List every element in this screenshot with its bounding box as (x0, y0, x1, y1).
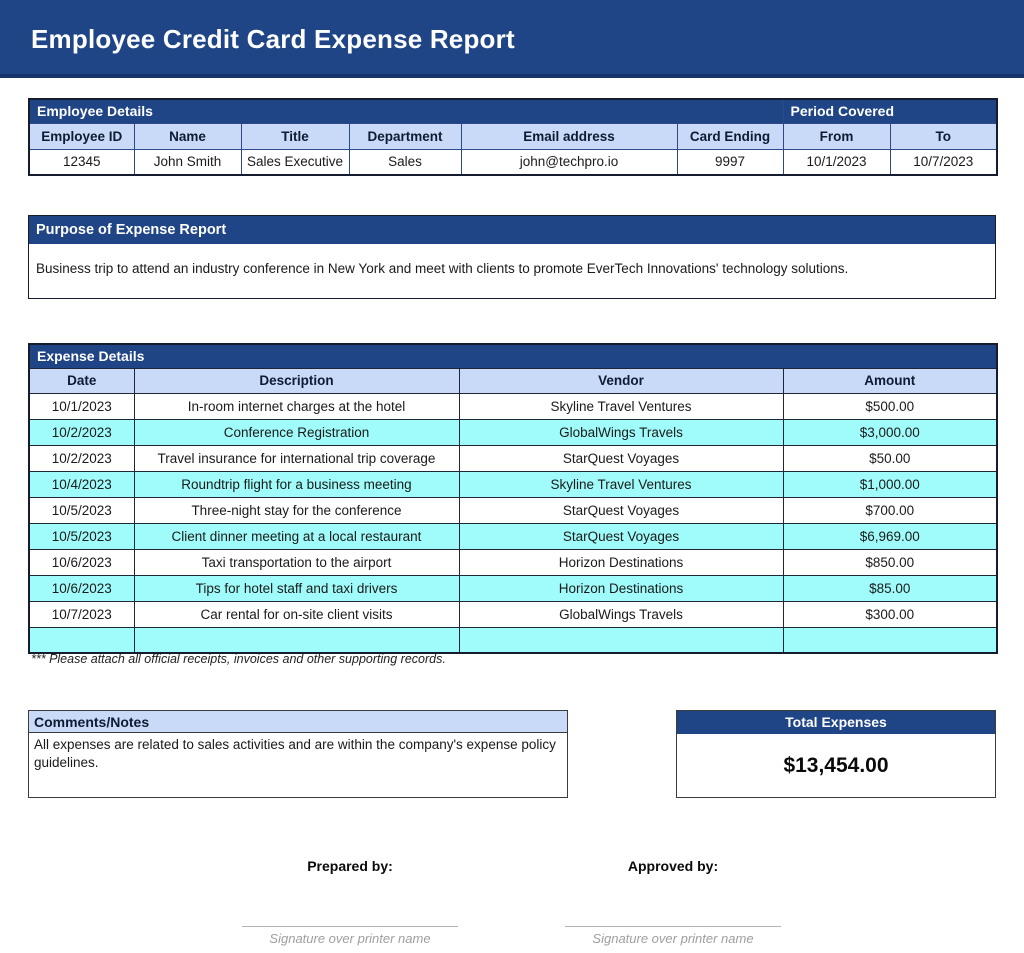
expense-vendor-cell: StarQuest Voyages (458, 444, 784, 472)
employee-details-section-header: Employee Details (28, 98, 784, 124)
expense-date-cell: 10/7/2023 (28, 600, 135, 628)
expense-description-cell: Three-night stay for the conference (133, 496, 460, 524)
title-value: Sales Executive (240, 148, 350, 176)
comments-section-header: Comments/Notes (29, 711, 567, 733)
expense-description-cell: Travel insurance for international trip … (133, 444, 460, 472)
expense-row: 10/2/2023 Travel insurance for internati… (28, 444, 998, 472)
receipts-note: *** Please attach all official receipts,… (31, 652, 446, 666)
description-header: Description (133, 367, 460, 394)
expense-amount-cell: $85.00 (782, 574, 998, 602)
email-value: john@techpro.io (460, 148, 678, 176)
expense-amount-cell: $3,000.00 (782, 418, 998, 446)
card-ending-value: 9997 (676, 148, 784, 176)
expense-vendor-cell: Skyline Travel Ventures (458, 470, 784, 498)
employee-id-header: Employee ID (28, 122, 135, 150)
name-header: Name (133, 122, 242, 150)
expense-description-cell (133, 626, 460, 654)
expense-details-table: Expense Details Date Description Vendor … (28, 343, 999, 654)
expense-description-cell: Tips for hotel staff and taxi drivers (133, 574, 460, 602)
total-expenses-section: Total Expenses $13,454.00 (676, 710, 996, 798)
expense-amount-cell: $50.00 (782, 444, 998, 472)
expense-date-cell: 10/2/2023 (28, 418, 135, 446)
email-header: Email address (460, 122, 678, 150)
expense-row: 10/1/2023 In-room internet charges at th… (28, 392, 998, 420)
expense-vendor-cell: GlobalWings Travels (458, 600, 784, 628)
purpose-text: Business trip to attend an industry conf… (29, 244, 995, 298)
expense-date-cell: 10/6/2023 (28, 574, 135, 602)
department-value: Sales (348, 148, 462, 176)
approved-signature-line (565, 926, 781, 927)
approved-by-label: Approved by: (627, 858, 719, 874)
expense-row: 10/6/2023 Tips for hotel staff and taxi … (28, 574, 998, 602)
expense-date-cell: 10/5/2023 (28, 522, 135, 550)
prepared-by-block: Prepared by: Signature over printer name (242, 858, 458, 946)
expense-row: 10/2/2023 Conference Registration Global… (28, 418, 998, 446)
expense-description-cell: Car rental for on-site client visits (133, 600, 460, 628)
department-header: Department (348, 122, 462, 150)
to-value: 10/7/2023 (889, 148, 998, 176)
expense-amount-cell: $6,969.00 (782, 522, 998, 550)
purpose-section: Purpose of Expense Report Business trip … (28, 215, 996, 299)
expense-description-cell: Taxi transportation to the airport (133, 548, 460, 576)
expense-vendor-cell: StarQuest Voyages (458, 522, 784, 550)
expense-row: 10/4/2023 Roundtrip flight for a busines… (28, 470, 998, 498)
expense-date-cell: 10/5/2023 (28, 496, 135, 524)
expense-description-cell: Client dinner meeting at a local restaur… (133, 522, 460, 550)
expense-date-cell: 10/6/2023 (28, 548, 135, 576)
expense-vendor-cell: Horizon Destinations (458, 548, 784, 576)
vendor-header: Vendor (458, 367, 784, 394)
to-header: To (889, 122, 998, 150)
approved-signature-caption: Signature over printer name (592, 931, 754, 946)
prepared-signature-caption: Signature over printer name (269, 931, 431, 946)
comments-text: All expenses are related to sales activi… (29, 733, 567, 772)
employee-details-table: Employee Details Period Covered Employee… (28, 98, 999, 176)
expense-report-page: Employee Credit Card Expense Report Empl… (0, 0, 1024, 953)
expense-date-cell: 10/2/2023 (28, 444, 135, 472)
expense-row: 10/5/2023 Three-night stay for the confe… (28, 496, 998, 524)
expense-description-cell: Conference Registration (133, 418, 460, 446)
total-expenses-value: $13,454.00 (677, 734, 995, 797)
expense-vendor-cell: GlobalWings Travels (458, 418, 784, 446)
expense-row: 10/5/2023 Client dinner meeting at a loc… (28, 522, 998, 550)
expense-date-cell: 10/1/2023 (28, 392, 135, 420)
expense-amount-cell (782, 626, 998, 654)
purpose-section-header: Purpose of Expense Report (29, 216, 995, 244)
expense-amount-cell: $1,000.00 (782, 470, 998, 498)
expense-amount-cell: $300.00 (782, 600, 998, 628)
prepared-signature-line (242, 926, 458, 927)
title-header: Title (240, 122, 350, 150)
expense-date-cell (28, 626, 135, 654)
page-title: Employee Credit Card Expense Report (31, 24, 515, 54)
expense-description-cell: Roundtrip flight for a business meeting (133, 470, 460, 498)
card-ending-header: Card Ending (676, 122, 784, 150)
expense-vendor-cell: Skyline Travel Ventures (458, 392, 784, 420)
name-value: John Smith (133, 148, 242, 176)
from-value: 10/1/2023 (782, 148, 891, 176)
period-covered-section-header: Period Covered (782, 98, 998, 124)
expense-amount-cell: $700.00 (782, 496, 998, 524)
expense-vendor-cell: StarQuest Voyages (458, 496, 784, 524)
date-header: Date (28, 367, 135, 394)
expense-amount-cell: $500.00 (782, 392, 998, 420)
expense-details-section-header: Expense Details (28, 343, 998, 369)
expense-vendor-cell (458, 626, 784, 654)
expense-row-empty (28, 626, 998, 654)
expense-row: 10/7/2023 Car rental for on-site client … (28, 600, 998, 628)
expense-date-cell: 10/4/2023 (28, 470, 135, 498)
employee-data-row: 12345 John Smith Sales Executive Sales j… (28, 148, 998, 176)
expense-row: 10/6/2023 Taxi transportation to the air… (28, 548, 998, 576)
total-expenses-header: Total Expenses (677, 711, 995, 734)
expense-description-cell: In-room internet charges at the hotel (133, 392, 460, 420)
report-title-banner: Employee Credit Card Expense Report (0, 0, 1024, 78)
comments-section: Comments/Notes All expenses are related … (28, 710, 568, 798)
approved-by-block: Approved by: Signature over printer name (565, 858, 781, 946)
prepared-by-label: Prepared by: (307, 858, 393, 874)
employee-id-value: 12345 (28, 148, 135, 176)
amount-header: Amount (782, 367, 998, 394)
from-header: From (782, 122, 891, 150)
expense-vendor-cell: Horizon Destinations (458, 574, 784, 602)
expense-amount-cell: $850.00 (782, 548, 998, 576)
